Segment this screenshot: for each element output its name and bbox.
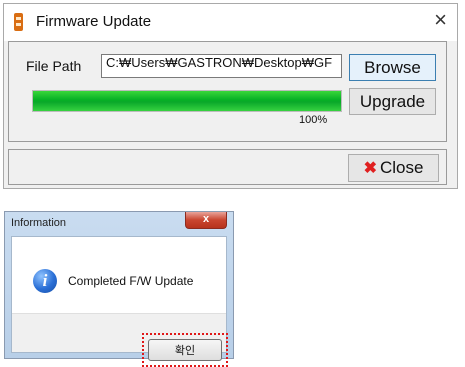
dialog-close-button[interactable]: x [185, 212, 227, 229]
close-icon[interactable]: × [434, 9, 447, 31]
close-button[interactable]: ✖ Close [348, 154, 439, 182]
title-bar: Firmware Update × [4, 4, 457, 41]
ok-button[interactable]: 확인 [148, 339, 222, 361]
update-panel: File Path C:₩Users₩GASTRON₩Desktop₩GF Br… [8, 41, 447, 142]
dialog-message: Completed F/W Update [68, 274, 194, 288]
file-path-value: C:₩Users₩GASTRON₩Desktop₩GF [106, 55, 333, 70]
file-path-field[interactable]: C:₩Users₩GASTRON₩Desktop₩GF [101, 54, 342, 78]
firmware-update-window: Firmware Update × File Path C:₩Users₩GAS… [3, 3, 458, 189]
app-icon [14, 13, 23, 31]
browse-button[interactable]: Browse [349, 54, 436, 81]
close-x-icon: ✖ [363, 160, 377, 177]
close-button-label: Close [379, 158, 424, 177]
upgrade-button[interactable]: Upgrade [349, 88, 436, 115]
footer-panel: ✖ Close [8, 149, 447, 185]
window-title: Firmware Update [36, 13, 152, 30]
progress-percent-label: 100% [299, 114, 328, 126]
progress-fill [33, 91, 341, 111]
information-dialog: Information x i Completed F/W Update 확인 [4, 211, 234, 367]
progress-bar [32, 90, 342, 112]
file-path-label: File Path [26, 58, 82, 74]
dialog-title: Information [11, 217, 67, 229]
dialog-body: i Completed F/W Update 확인 [11, 236, 228, 367]
info-icon: i [33, 269, 57, 293]
